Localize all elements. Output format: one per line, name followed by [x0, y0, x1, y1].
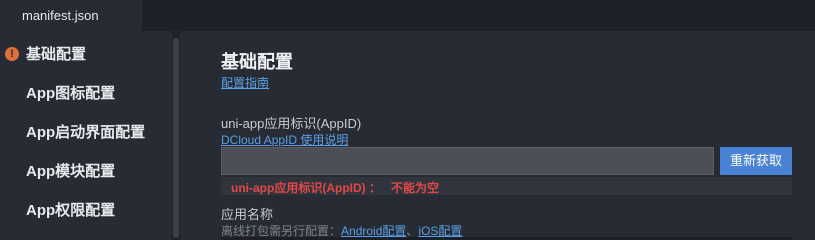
ios-config-link[interactable]: iOS配置	[418, 224, 462, 238]
sidebar-item-app-module-config[interactable]: App模块配置	[0, 152, 172, 191]
warning-icon: !	[5, 47, 19, 61]
hint-separator: 、	[406, 224, 419, 238]
sidebar-item-basic-config[interactable]: ! 基础配置	[0, 35, 172, 74]
sidebar-item-label: 基础配置	[26, 46, 87, 63]
sidebar-item-app-permission-config[interactable]: App权限配置	[0, 191, 172, 230]
tab-manifest-json[interactable]: manifest.json	[0, 0, 142, 31]
page-title: 基础配置	[221, 52, 293, 72]
sidebar-item-label: App模块配置	[26, 163, 116, 180]
main-content: 基础配置 配置指南 uni-app应用标识(AppID) DCloud AppI…	[180, 31, 815, 240]
config-guide-link[interactable]: 配置指南	[221, 74, 269, 91]
sidebar-item-app-icon-config[interactable]: App图标配置	[0, 74, 172, 113]
hint-text: 离线打包需另行配置：	[221, 224, 342, 238]
sidebar-item-label: App启动界面配置	[26, 124, 146, 141]
sidebar-item-app-splash-config[interactable]: App启动界面配置	[0, 113, 172, 152]
app-name-label: 应用名称	[221, 207, 274, 222]
appid-error-message: uni-app应用标识(AppID) ： 不能为空	[221, 177, 792, 195]
error-text: uni-app应用标识(AppID) ： 不能为空	[231, 181, 439, 195]
sidebar-item-label: App权限配置	[26, 202, 116, 219]
sidebar: ! 基础配置 App图标配置 App启动界面配置 App模块配置 App权限配置	[0, 31, 172, 240]
sidebar-scrollbar-thumb[interactable]	[173, 38, 179, 238]
tab-bar: manifest.json	[0, 0, 815, 31]
appid-input[interactable]	[221, 147, 714, 175]
android-config-link[interactable]: Android配置	[341, 224, 406, 238]
appid-label: uni-app应用标识(AppID)	[221, 116, 362, 131]
refresh-appid-button[interactable]: 重新获取	[720, 147, 792, 175]
sidebar-item-label: App图标配置	[26, 85, 116, 102]
appid-help-link[interactable]: DCloud AppID 使用说明	[221, 131, 348, 148]
